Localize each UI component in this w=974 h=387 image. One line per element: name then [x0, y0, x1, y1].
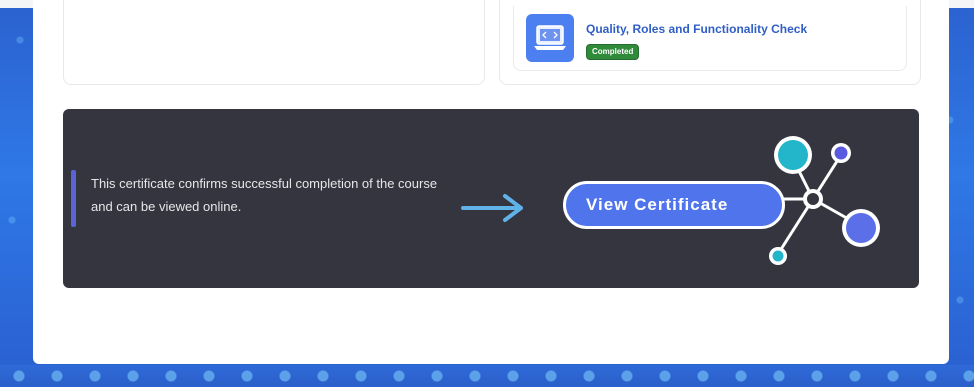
view-certificate-button[interactable]: View Certificate — [563, 181, 785, 229]
task-item[interactable]: Quality, Roles and Functionality Check C… — [513, 6, 907, 71]
arrow-right-icon — [461, 194, 523, 222]
accent-bar — [71, 170, 76, 227]
task-title[interactable]: Quality, Roles and Functionality Check — [586, 22, 807, 36]
laptop-icon — [526, 14, 574, 62]
background-dots — [0, 365, 974, 387]
content-panel: Quality, Roles and Functionality Check C… — [33, 0, 949, 364]
banner-text: This certificate confirms successful com… — [91, 176, 438, 214]
certificate-banner: This certificate confirms successful com… — [63, 109, 919, 288]
status-badge: Completed — [586, 44, 640, 60]
left-card — [63, 0, 485, 85]
